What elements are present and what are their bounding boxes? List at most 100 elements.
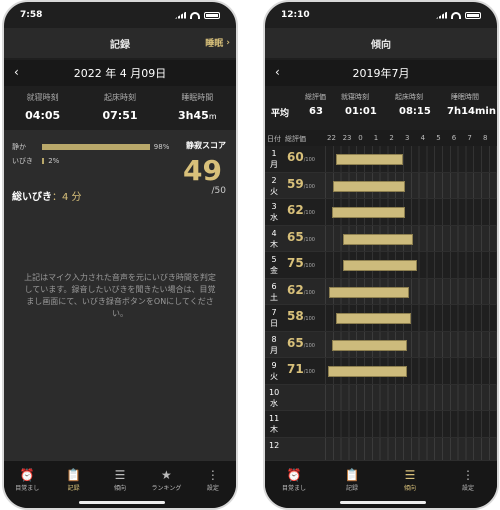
status-time: 7:58: [20, 10, 43, 20]
list-icon: ☰: [114, 468, 126, 482]
sleep-bar: [331, 207, 405, 218]
date-bar: ‹ 2022 年 4 月09日: [4, 60, 236, 86]
day-label: 7日: [270, 308, 278, 328]
snore-bar: [42, 158, 45, 164]
battery-icon: [204, 11, 220, 19]
home-indicator: [79, 501, 165, 504]
tab-label: 傾向: [114, 485, 127, 492]
sleep-bar: [332, 339, 408, 351]
sleep-bar: [343, 260, 417, 271]
day-label: 4木: [270, 228, 278, 249]
month-bar: ‹ 2019年7月: [265, 60, 497, 86]
day-score: 71/100: [287, 362, 315, 376]
silence-score-label: 静寂スコア: [186, 141, 226, 150]
hour-label: 7: [467, 134, 472, 142]
wifi-icon: [451, 11, 461, 19]
duration-unit: m: [208, 112, 217, 121]
avg-bedtime: 01:01: [345, 106, 377, 117]
day-row[interactable]: 4 木 65/100: [265, 225, 497, 252]
more-icon: ⋮: [206, 468, 219, 482]
day-row[interactable]: 7 日 58/100: [265, 305, 497, 332]
tab-label: 設定: [206, 485, 219, 492]
sleep-bar: [336, 313, 412, 324]
star-icon: ★: [161, 468, 172, 482]
tab-alarm[interactable]: ⏰ 目覚まし: [265, 461, 323, 508]
list-icon: ☰: [404, 468, 416, 482]
average-label: 平均: [271, 109, 290, 119]
day-score: 65/100: [287, 229, 315, 244]
nav-title: 記録: [110, 39, 130, 51]
day-label: 2火: [270, 175, 278, 196]
nav-bar: 傾向: [265, 28, 497, 58]
home-indicator: [340, 501, 426, 504]
tab-label: 記録: [345, 485, 358, 492]
day-label: 6土: [270, 281, 278, 302]
sleep-trend-grid: 1 月 60/100 2 火 59/100 3 水 62/100 4 木 65/100 5 金 75/100…: [265, 146, 497, 464]
day-score: 62/100: [287, 203, 315, 217]
hour-label: 23: [342, 134, 352, 142]
hour-label: 4: [420, 134, 426, 142]
status-bar: 7:58: [4, 6, 236, 24]
grid-header: 日付 総評価 22230123456789: [265, 130, 497, 146]
snore-panel: 静か 98% いびき 2% 静寂スコア 49 /50 総いびき：4 分 上記はマ…: [4, 130, 236, 460]
tab-label: 記録: [67, 485, 80, 492]
wake-label: 起床時刻: [103, 93, 136, 102]
tab-more[interactable]: ⋮ 設定: [190, 461, 236, 508]
quiet-label: 静か: [12, 143, 26, 151]
hour-label: 0: [358, 134, 363, 142]
tab-label: 設定: [461, 485, 474, 492]
avg-duration: 7h14min: [447, 106, 496, 117]
day-score: 59/100: [287, 176, 315, 191]
average-summary: 総評価 就寝時刻 起床時刻 睡眠時間 平均 63 01:01 08:15 7h1…: [265, 92, 497, 128]
tab-alarm[interactable]: ⏰ 目覚まし: [4, 461, 50, 508]
sleep-bar: [335, 154, 404, 165]
day-row[interactable]: 8 月 65/100: [265, 331, 497, 358]
day-score: 65/100: [287, 335, 315, 350]
snore-row: いびき 2%: [12, 156, 59, 166]
tab-label: 目覚まし: [15, 485, 40, 492]
back-arrow-icon[interactable]: ‹: [14, 65, 19, 79]
quiet-row: 静か 98%: [12, 142, 169, 152]
day-label: 11 木: [269, 414, 280, 434]
day-label: 3水: [270, 202, 278, 222]
avg-score: 63: [309, 106, 323, 117]
trend-screen: 12:10 傾向 ‹ 2019年7月 総評価 就寝時刻 起床時刻 睡眠時間 平均…: [263, 0, 499, 510]
day-row[interactable]: 9 火 71/100: [265, 358, 497, 385]
day-label: 1月: [270, 149, 278, 169]
day-row[interactable]: 1 月 60/100: [265, 146, 497, 173]
chevron-right-icon: ›: [226, 37, 230, 48]
alarm-icon: ⏰: [286, 468, 302, 482]
day-label: 9火: [270, 361, 278, 381]
snore-label: いびき: [12, 157, 33, 165]
bedtime-label: 就寝時刻: [26, 93, 59, 102]
wake-value: 07:51: [102, 109, 138, 122]
avg-wake-header: 起床時刻: [395, 93, 423, 101]
snore-pct: 2%: [48, 157, 60, 165]
day-label: 12: [269, 440, 280, 450]
day-row[interactable]: 11 木: [265, 411, 497, 438]
signal-icon: [436, 11, 447, 19]
day-row[interactable]: 3 水 62/100: [265, 199, 497, 226]
score-header: 総評価: [285, 135, 306, 143]
day-label: 10 水: [269, 387, 280, 408]
tab-label: 目覚まし: [281, 485, 306, 492]
sleep-bar: [327, 366, 407, 377]
clipboard-icon: 📋: [66, 468, 82, 482]
silence-score-max: /50: [211, 186, 226, 196]
avg-bedtime-header: 就寝時刻: [341, 93, 369, 101]
day-row[interactable]: 2 火 59/100: [265, 172, 497, 199]
wifi-icon: [190, 11, 200, 19]
hour-label: 3: [405, 134, 410, 142]
day-row[interactable]: 6 土 62/100: [265, 278, 497, 305]
sleep-link[interactable]: 睡眠 ›: [205, 36, 230, 50]
day-label: 5金: [270, 255, 278, 275]
nav-title: 傾向: [371, 39, 391, 51]
tab-more[interactable]: ⋮ 設定: [439, 461, 497, 508]
day-score: 60/100: [287, 150, 315, 164]
hour-label: 2: [389, 134, 394, 142]
day-row[interactable]: 5 金 75/100: [265, 252, 497, 279]
back-arrow-icon[interactable]: ‹: [275, 65, 280, 79]
day-row[interactable]: 10 水: [265, 384, 497, 411]
quiet-pct: 98%: [153, 143, 170, 151]
duration-label: 睡眠時間: [181, 93, 214, 102]
